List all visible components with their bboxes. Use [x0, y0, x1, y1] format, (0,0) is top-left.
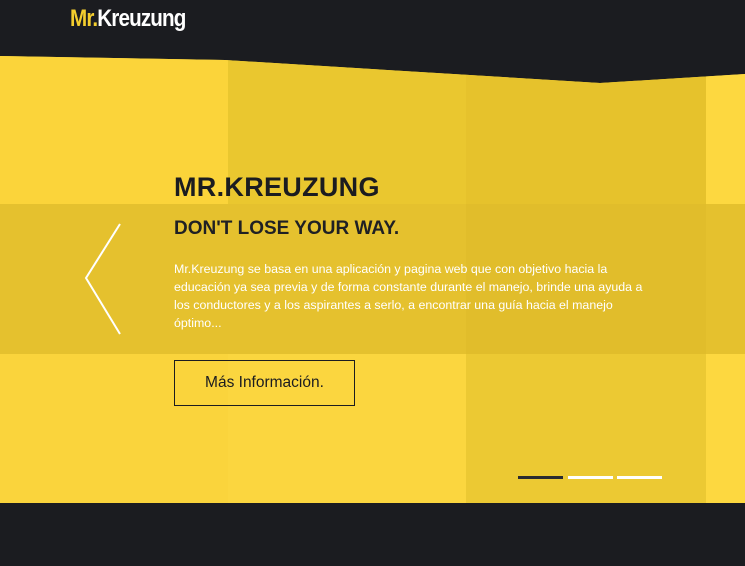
- hero-tile: [706, 354, 745, 503]
- more-info-button[interactable]: Más Información.: [174, 360, 355, 406]
- hero-subtitle: DON'T LOSE YOUR WAY.: [174, 218, 400, 239]
- site-header: Mr.Kreuzung: [0, 0, 745, 60]
- carousel-indicator-3[interactable]: [617, 476, 662, 479]
- hero-tile: [706, 56, 745, 204]
- carousel-indicator-1[interactable]: [518, 476, 563, 479]
- hero-title: MR.KREUZUNG: [174, 172, 380, 202]
- carousel-prev-button[interactable]: [82, 222, 126, 338]
- hero-tile: [466, 56, 706, 204]
- chevron-left-icon: [84, 223, 121, 335]
- logo-part-mr: Mr.: [70, 5, 98, 32]
- carousel-indicator-2[interactable]: [568, 476, 613, 479]
- hero-description: Mr.Kreuzung se basa en una aplicación y …: [174, 262, 643, 330]
- hero-tile: [466, 354, 706, 503]
- site-logo[interactable]: Mr.Kreuzung: [70, 4, 186, 34]
- logo-part-kreuzung: Kreuzung: [97, 5, 186, 32]
- page-footer: [0, 503, 745, 566]
